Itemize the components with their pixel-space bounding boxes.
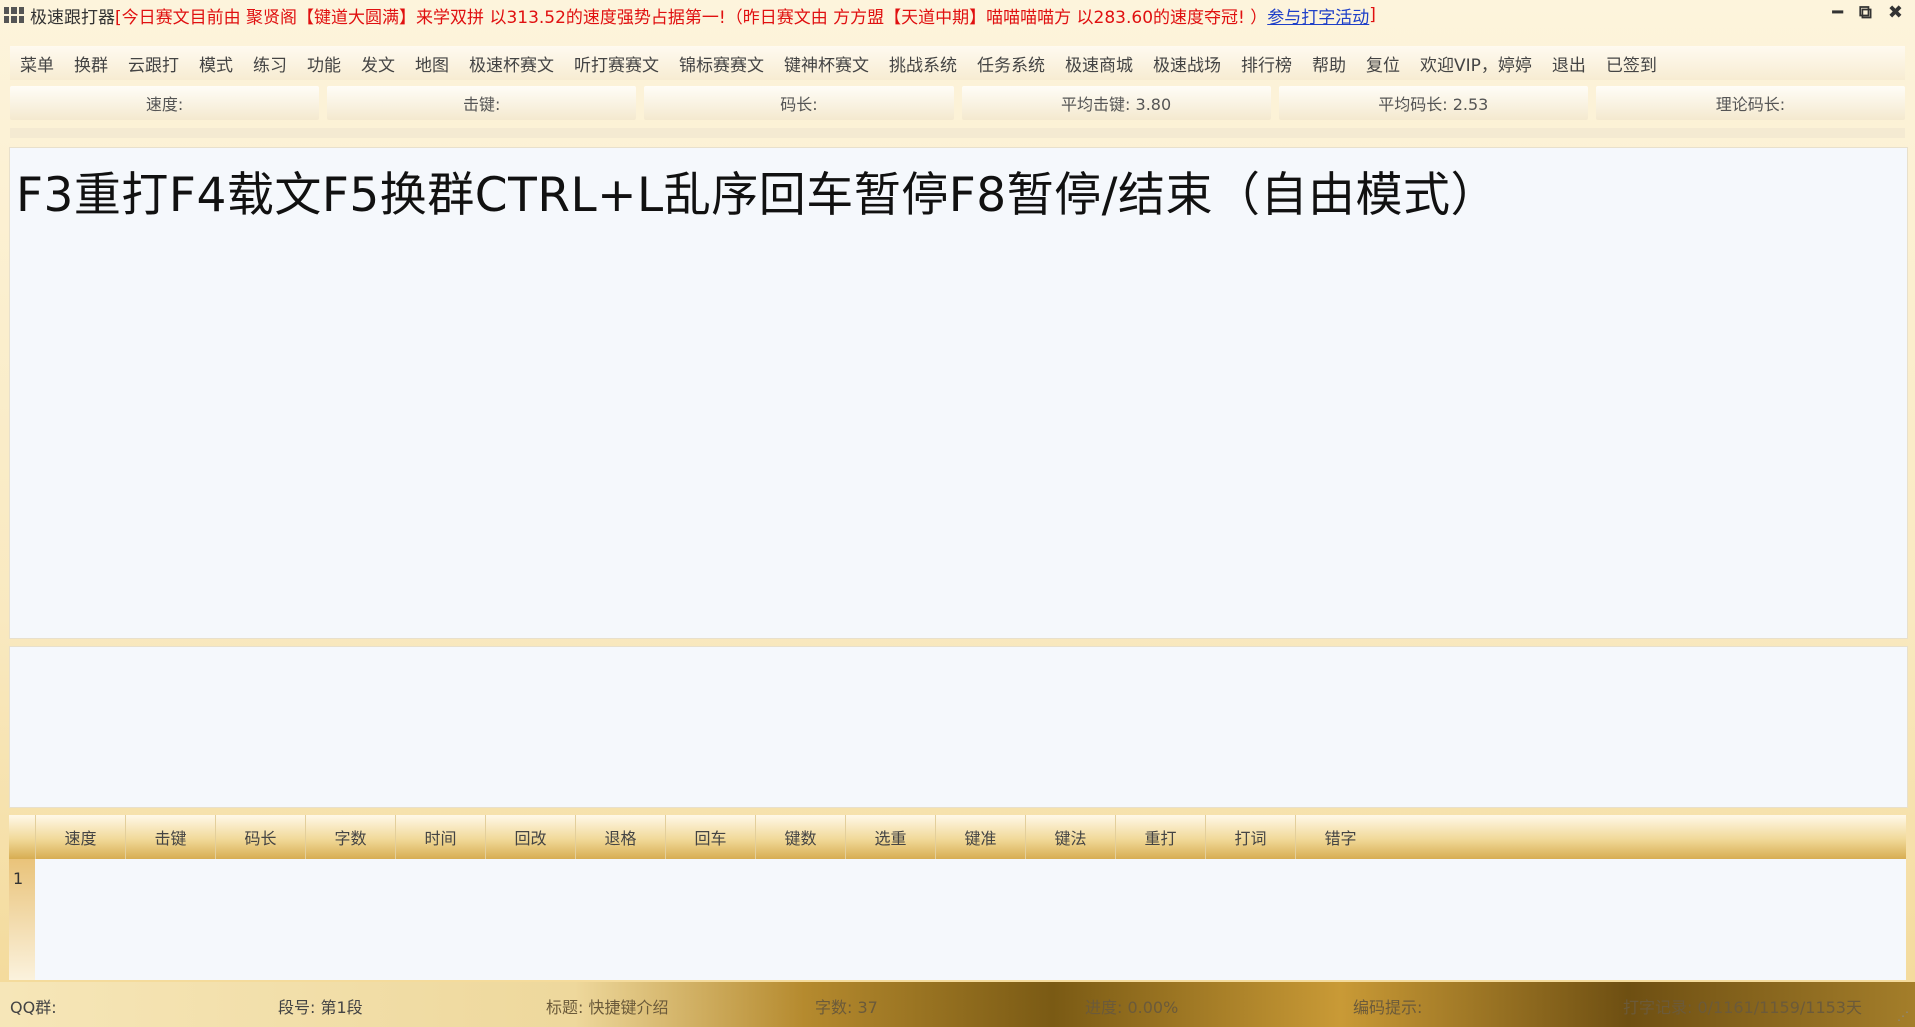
menu-item[interactable]: 键神杯赛文 <box>774 51 879 76</box>
column-header[interactable]: 重打 <box>1115 815 1205 859</box>
column-header[interactable]: 速度 <box>35 815 125 859</box>
menu-item[interactable]: 地图 <box>405 51 459 76</box>
column-header[interactable]: 键数 <box>755 815 845 859</box>
menu-item[interactable]: 极速杯赛文 <box>459 51 564 76</box>
row-number-column: 1 <box>9 859 35 980</box>
stat-theory-code-length: 理论码长: <box>1595 86 1906 120</box>
column-header[interactable]: 时间 <box>395 815 485 859</box>
menu-item[interactable]: 已签到 <box>1596 51 1667 76</box>
column-header[interactable]: 键法 <box>1025 815 1115 859</box>
stat-code-length: 码长: <box>644 86 954 120</box>
resize-grip-icon[interactable]: ⋰ <box>1897 1009 1909 1023</box>
menu-item[interactable]: 听打赛赛文 <box>564 51 669 76</box>
column-header[interactable]: 击键 <box>125 815 215 859</box>
status-segment: 段号: 第1段 <box>278 998 363 1017</box>
column-header[interactable]: 回车 <box>665 815 755 859</box>
menu-item[interactable]: 极速商城 <box>1055 51 1143 76</box>
column-header[interactable]: 键准 <box>935 815 1025 859</box>
results-table: 速度 击键 码长 字数 时间 回改 退格 回车 键数 选重 键准 键法 重打 打… <box>9 815 1906 980</box>
column-header[interactable]: 选重 <box>845 815 935 859</box>
close-button[interactable]: ✖ <box>1888 2 1903 23</box>
menu-item[interactable]: 模式 <box>189 51 243 76</box>
menu-item[interactable]: 云跟打 <box>118 51 189 76</box>
menu-item[interactable]: 复位 <box>1356 51 1410 76</box>
column-header[interactable]: 码长 <box>215 815 305 859</box>
app-grid-icon <box>4 7 24 23</box>
stat-avg-keystroke: 平均击键: 3.80 <box>961 86 1271 120</box>
progress-strip <box>10 128 1905 138</box>
menu-item[interactable]: 锦标赛赛文 <box>669 51 774 76</box>
minimize-button[interactable]: ━ <box>1832 2 1843 23</box>
table-body: 1 <box>9 859 1906 980</box>
menu-item[interactable]: 换群 <box>64 51 118 76</box>
status-char-count: 字数: 37 <box>815 998 878 1017</box>
display-text: F3重打F4载文F5换群CTRL+L乱序回车暂停F8暂停/结束（自由模式） <box>16 168 1499 223</box>
restore-button[interactable]: ⧉ <box>1859 2 1872 23</box>
column-header[interactable]: 字数 <box>305 815 395 859</box>
race-notice: [今日赛文目前由 聚贤阁【键道大圆满】来学双拼 以313.52的速度强势占据第一… <box>115 7 1268 28</box>
stat-keystroke: 击键: <box>327 86 637 120</box>
menu-bar: 菜单 换群 云跟打 模式 练习 功能 发文 地图 极速杯赛文 听打赛赛文 锦标赛… <box>10 46 1905 80</box>
table-corner <box>9 815 35 859</box>
status-code-hint: 编码提示: <box>1353 998 1423 1017</box>
menu-item[interactable]: 挑战系统 <box>879 51 967 76</box>
status-qq-group: QQ群: <box>10 998 57 1017</box>
menu-item[interactable]: 发文 <box>351 51 405 76</box>
title-bar: 极速跟打器 [今日赛文目前由 聚贤阁【键道大圆满】来学双拼 以313.52的速度… <box>0 0 1915 30</box>
text-display[interactable]: F3重打F4载文F5换群CTRL+L乱序回车暂停F8暂停/结束（自由模式） <box>9 147 1908 639</box>
menu-item[interactable]: 功能 <box>297 51 351 76</box>
menu-item[interactable]: 排行榜 <box>1231 51 1302 76</box>
app-title: 极速跟打器 <box>30 7 115 28</box>
menu-item[interactable]: 欢迎VIP，婷婷 <box>1410 51 1542 76</box>
menu-item[interactable]: 练习 <box>243 51 297 76</box>
table-header: 速度 击键 码长 字数 时间 回改 退格 回车 键数 选重 键准 键法 重打 打… <box>9 815 1906 859</box>
status-typing-record: 打字记录: 0/1161/1159/1153天 <box>1623 998 1862 1017</box>
notice-close-bracket: ] <box>1369 5 1376 25</box>
typing-input[interactable] <box>9 646 1908 808</box>
column-header[interactable]: 错字 <box>1295 815 1385 859</box>
column-header[interactable]: 退格 <box>575 815 665 859</box>
join-activity-link[interactable]: 参与打字活动 <box>1267 3 1369 28</box>
stat-avg-code-length: 平均码长: 2.53 <box>1278 86 1588 120</box>
status-progress: 进度: 0.00% <box>1085 998 1179 1017</box>
column-header[interactable]: 打词 <box>1205 815 1295 859</box>
column-header[interactable]: 回改 <box>485 815 575 859</box>
status-title: 标题: 快捷键介绍 <box>546 998 669 1017</box>
menu-item[interactable]: 任务系统 <box>967 51 1055 76</box>
row-number: 1 <box>13 869 24 888</box>
menu-item[interactable]: 退出 <box>1542 51 1596 76</box>
window-controls: ━ ⧉ ✖ <box>1832 2 1903 23</box>
menu-item[interactable]: 帮助 <box>1302 51 1356 76</box>
status-bar: QQ群: 段号: 第1段 标题: 快捷键介绍 字数: 37 进度: 0.00% … <box>0 982 1915 1027</box>
menu-item[interactable]: 菜单 <box>10 51 64 76</box>
stats-row: 速度: 击键: 码长: 平均击键: 3.80 平均码长: 2.53 理论码长: <box>10 86 1906 120</box>
menu-item[interactable]: 极速战场 <box>1143 51 1231 76</box>
stat-speed: 速度: <box>10 86 320 120</box>
